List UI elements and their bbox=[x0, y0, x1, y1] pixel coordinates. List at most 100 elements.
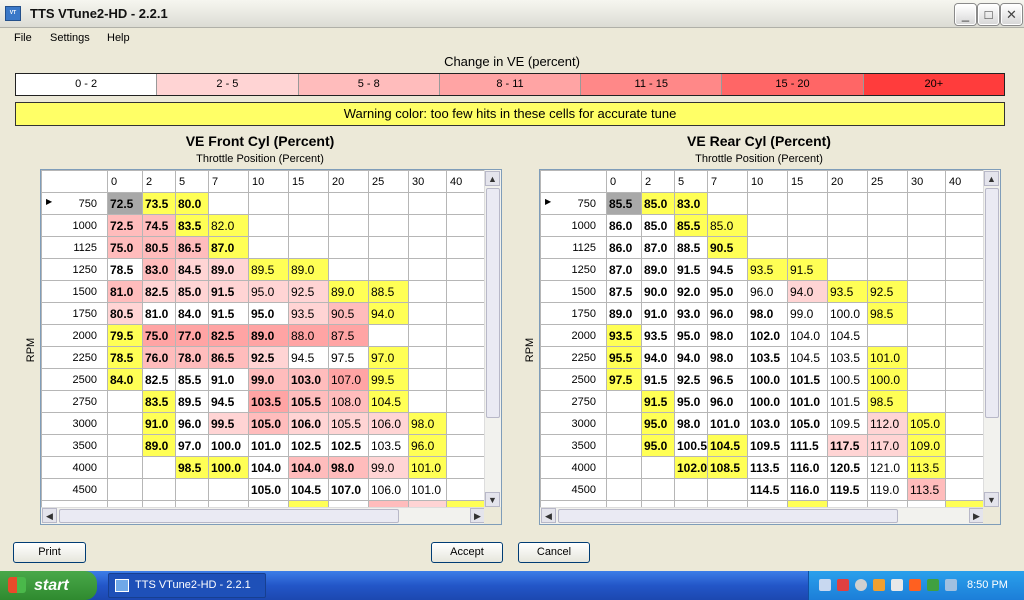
ve-cell[interactable]: 104.0 bbox=[248, 456, 289, 479]
ve-cell[interactable]: 105.0 bbox=[907, 412, 946, 435]
ve-cell[interactable] bbox=[907, 236, 946, 259]
ve-cell[interactable] bbox=[408, 236, 447, 259]
ve-cell[interactable]: 117.0 bbox=[867, 434, 908, 457]
ve-cell[interactable]: 85.0 bbox=[641, 214, 675, 237]
ve-cell[interactable]: 103.5 bbox=[747, 346, 788, 369]
ve-cell[interactable]: 74.5 bbox=[142, 214, 176, 237]
ve-cell[interactable] bbox=[945, 390, 984, 413]
device-icon[interactable] bbox=[891, 579, 903, 591]
ve-cell[interactable]: 83.5 bbox=[175, 214, 209, 237]
row-header[interactable]: 2750 bbox=[41, 390, 108, 413]
ve-cell[interactable]: 99.5 bbox=[208, 412, 249, 435]
front-vertical-scrollbar[interactable]: ▲ ▼ bbox=[484, 170, 501, 508]
scroll-up-icon[interactable]: ▲ bbox=[485, 171, 500, 186]
ve-cell[interactable]: 89.0 bbox=[288, 258, 329, 281]
ve-cell[interactable]: 82.0 bbox=[208, 214, 249, 237]
ve-cell[interactable] bbox=[907, 302, 946, 325]
ve-cell[interactable]: 116.0 bbox=[787, 478, 828, 501]
ve-cell[interactable]: 101.0 bbox=[867, 346, 908, 369]
ve-cell[interactable]: 79.5 bbox=[107, 324, 143, 347]
ve-cell[interactable]: 96.0 bbox=[707, 390, 748, 413]
ve-cell[interactable] bbox=[606, 412, 642, 435]
ve-cell[interactable]: 85.0 bbox=[175, 280, 209, 303]
ve-cell[interactable]: 97.0 bbox=[368, 346, 409, 369]
ve-cell[interactable] bbox=[408, 302, 447, 325]
row-header[interactable]: 1000 bbox=[41, 214, 108, 237]
ve-cell[interactable] bbox=[641, 478, 675, 501]
ve-cell[interactable] bbox=[328, 258, 369, 281]
ve-cell[interactable]: 91.5 bbox=[208, 280, 249, 303]
ve-cell[interactable]: 95.0 bbox=[641, 434, 675, 457]
ve-cell[interactable]: 86.5 bbox=[175, 236, 209, 259]
ve-cell[interactable] bbox=[142, 478, 176, 501]
ve-cell[interactable]: 85.5 bbox=[175, 368, 209, 391]
ve-cell[interactable] bbox=[408, 324, 447, 347]
ve-cell[interactable]: 100.0 bbox=[208, 434, 249, 457]
ve-cell[interactable] bbox=[446, 258, 485, 281]
ve-cell[interactable]: 100.0 bbox=[747, 390, 788, 413]
ve-cell[interactable]: 89.0 bbox=[641, 258, 675, 281]
ve-cell[interactable]: 96.0 bbox=[408, 434, 447, 457]
ve-cell[interactable]: 98.0 bbox=[328, 456, 369, 479]
ve-cell[interactable]: 105.5 bbox=[288, 390, 329, 413]
ve-cell[interactable]: 103.0 bbox=[747, 412, 788, 435]
ve-cell[interactable] bbox=[907, 346, 946, 369]
ve-cell[interactable]: 104.5 bbox=[827, 324, 868, 347]
ve-cell[interactable]: 87.5 bbox=[606, 280, 642, 303]
ve-cell[interactable]: 101.0 bbox=[707, 412, 748, 435]
scroll-right-icon[interactable]: ▶ bbox=[470, 508, 485, 523]
ve-cell[interactable] bbox=[945, 478, 984, 501]
row-header[interactable]: 1000 bbox=[540, 214, 607, 237]
ve-cell[interactable] bbox=[945, 456, 984, 479]
ve-cell[interactable] bbox=[641, 456, 675, 479]
ve-cell[interactable]: 91.5 bbox=[641, 390, 675, 413]
rear-vscroll-thumb[interactable] bbox=[985, 188, 999, 418]
display-icon[interactable] bbox=[945, 579, 957, 591]
ve-cell[interactable]: 89.5 bbox=[175, 390, 209, 413]
row-header[interactable]: 750 ▶ bbox=[540, 192, 607, 215]
ve-cell[interactable] bbox=[446, 302, 485, 325]
ve-cell[interactable]: 97.5 bbox=[606, 368, 642, 391]
ve-cell[interactable]: 113.5 bbox=[907, 478, 946, 501]
ve-cell[interactable]: 109.5 bbox=[827, 412, 868, 435]
ve-cell[interactable]: 88.5 bbox=[368, 280, 409, 303]
row-header[interactable]: 1250 bbox=[540, 258, 607, 281]
scroll-down-icon[interactable]: ▼ bbox=[485, 492, 500, 507]
ve-cell[interactable] bbox=[945, 302, 984, 325]
ve-cell[interactable]: 94.0 bbox=[641, 346, 675, 369]
ve-cell[interactable]: 80.5 bbox=[142, 236, 176, 259]
rear-hscroll-thumb[interactable] bbox=[558, 509, 898, 523]
ve-cell[interactable] bbox=[945, 412, 984, 435]
ve-cell[interactable]: 120.5 bbox=[827, 456, 868, 479]
ve-cell[interactable] bbox=[907, 258, 946, 281]
scroll-down-icon[interactable]: ▼ bbox=[984, 492, 999, 507]
ve-cell[interactable] bbox=[408, 368, 447, 391]
ve-cell[interactable] bbox=[328, 192, 369, 215]
ve-cell[interactable]: 104.5 bbox=[707, 434, 748, 457]
ve-cell[interactable] bbox=[945, 368, 984, 391]
ve-cell[interactable] bbox=[867, 258, 908, 281]
ve-cell[interactable] bbox=[446, 346, 485, 369]
ve-cell[interactable] bbox=[787, 192, 828, 215]
ve-cell[interactable] bbox=[446, 368, 485, 391]
ve-cell[interactable]: 117.5 bbox=[827, 434, 868, 457]
ve-cell[interactable]: 121.0 bbox=[867, 456, 908, 479]
ve-cell[interactable]: 98.0 bbox=[707, 324, 748, 347]
ve-cell[interactable]: 94.0 bbox=[787, 280, 828, 303]
ve-cell[interactable] bbox=[446, 214, 485, 237]
ve-cell[interactable]: 93.5 bbox=[288, 302, 329, 325]
ve-cell[interactable] bbox=[328, 236, 369, 259]
ve-cell[interactable] bbox=[408, 390, 447, 413]
ve-cell[interactable] bbox=[945, 324, 984, 347]
ve-cell[interactable]: 85.5 bbox=[606, 192, 642, 215]
ve-cell[interactable]: 101.5 bbox=[787, 368, 828, 391]
ve-cell[interactable]: 88.0 bbox=[288, 324, 329, 347]
ve-cell[interactable]: 95.0 bbox=[248, 280, 289, 303]
ve-cell[interactable]: 86.0 bbox=[606, 236, 642, 259]
ve-cell[interactable]: 104.5 bbox=[288, 478, 329, 501]
ve-cell[interactable] bbox=[827, 192, 868, 215]
ve-cell[interactable]: 103.5 bbox=[368, 434, 409, 457]
close-button[interactable]: ✕ bbox=[1001, 4, 1022, 25]
ve-cell[interactable] bbox=[446, 324, 485, 347]
taskbar-item-vtune[interactable]: TTS VTune2-HD - 2.2.1 bbox=[108, 573, 266, 598]
